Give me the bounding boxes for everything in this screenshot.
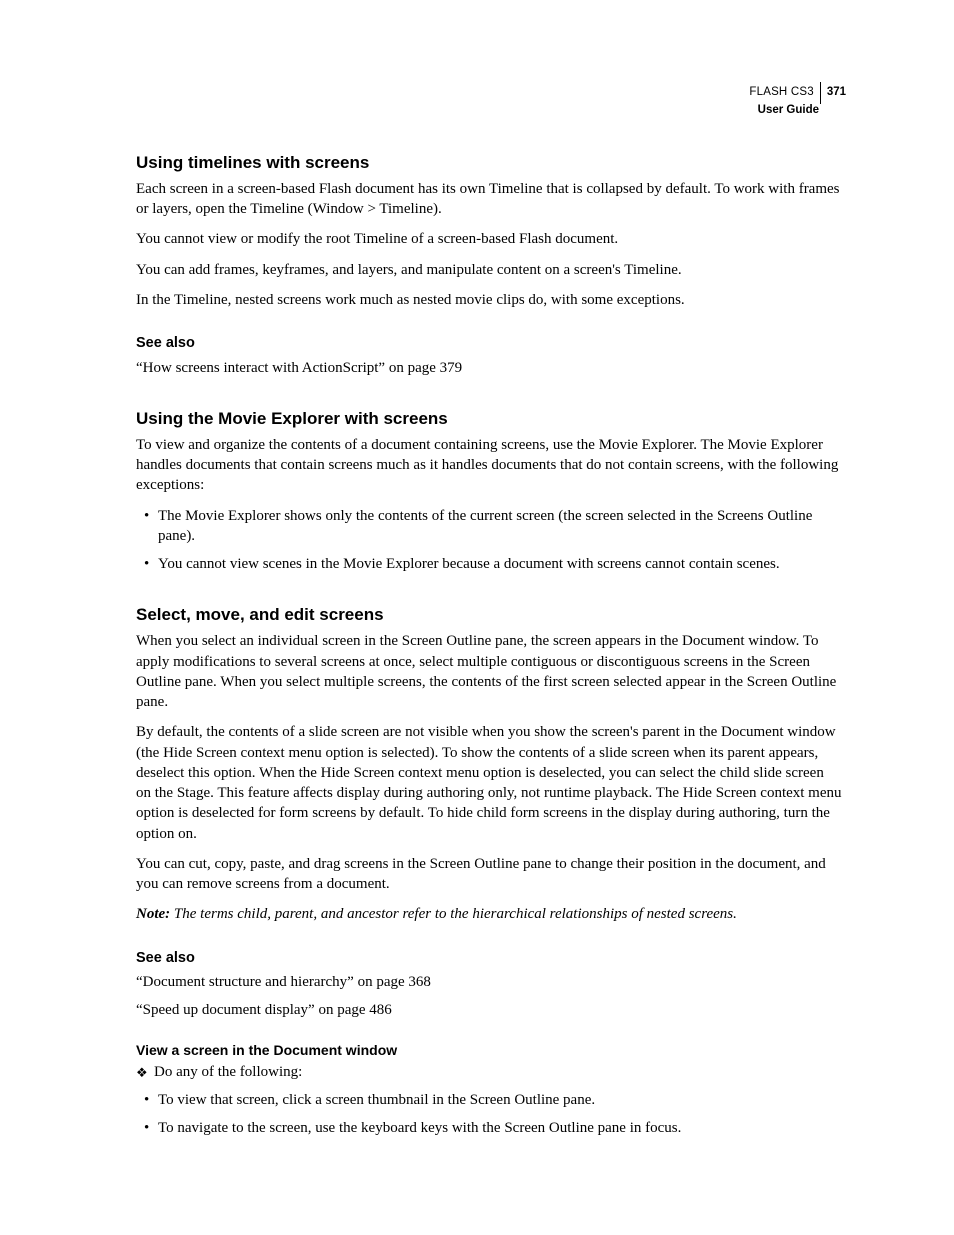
body-text: You cannot view or modify the root Timel… <box>136 229 842 249</box>
body-text: By default, the contents of a slide scre… <box>136 722 842 844</box>
see-also-link[interactable]: “Speed up document display” on page 486 <box>136 1000 842 1020</box>
see-also-link[interactable]: “How screens interact with ActionScript”… <box>136 358 842 378</box>
section-heading: Using the Movie Explorer with screens <box>136 408 842 431</box>
bullet-list: The Movie Explorer shows only the conten… <box>136 506 842 575</box>
page-number: 371 <box>827 86 846 100</box>
guide-label: User Guide <box>749 104 819 118</box>
list-item: To view that screen, click a screen thum… <box>136 1090 842 1110</box>
note: Note: The terms child, parent, and ances… <box>136 904 842 924</box>
product-name: FLASH CS3 <box>749 86 813 100</box>
see-also-link[interactable]: “Document structure and hierarchy” on pa… <box>136 972 842 992</box>
section-heading: Select, move, and edit screens <box>136 604 842 627</box>
body-text: When you select an individual screen in … <box>136 631 842 712</box>
list-item: To navigate to the screen, use the keybo… <box>136 1118 842 1138</box>
section-movie-explorer: Using the Movie Explorer with screens To… <box>136 408 842 574</box>
header-divider <box>820 82 821 104</box>
bullet-list: To view that screen, click a screen thum… <box>136 1090 842 1139</box>
procedure-lead: ❖ Do any of the following: <box>136 1062 842 1082</box>
note-label: Note: <box>136 906 170 922</box>
diamond-icon: ❖ <box>136 1064 148 1082</box>
body-text: Each screen in a screen-based Flash docu… <box>136 179 842 220</box>
body-text: You can add frames, keyframes, and layer… <box>136 260 842 280</box>
body-text: In the Timeline, nested screens work muc… <box>136 290 842 310</box>
body-text: You can cut, copy, paste, and drag scree… <box>136 854 842 895</box>
procedure-lead-text: Do any of the following: <box>154 1064 302 1080</box>
note-text: The terms child, parent, and ancestor re… <box>170 906 737 922</box>
running-header: FLASH CS3 371 User Guide <box>749 82 846 118</box>
section-timelines: Using timelines with screens Each screen… <box>136 152 842 378</box>
page: FLASH CS3 371 User Guide Using timelines… <box>0 0 954 1235</box>
list-item: The Movie Explorer shows only the conten… <box>136 506 842 547</box>
see-also-heading: See also <box>136 334 842 354</box>
section-heading: Using timelines with screens <box>136 152 842 175</box>
list-item: You cannot view scenes in the Movie Expl… <box>136 554 842 574</box>
see-also-heading: See also <box>136 949 842 969</box>
procedure-heading: View a screen in the Document window <box>136 1041 842 1060</box>
page-content: Using timelines with screens Each screen… <box>136 152 842 1138</box>
body-text: To view and organize the contents of a d… <box>136 435 842 496</box>
section-select-move-edit: Select, move, and edit screens When you … <box>136 604 842 1138</box>
